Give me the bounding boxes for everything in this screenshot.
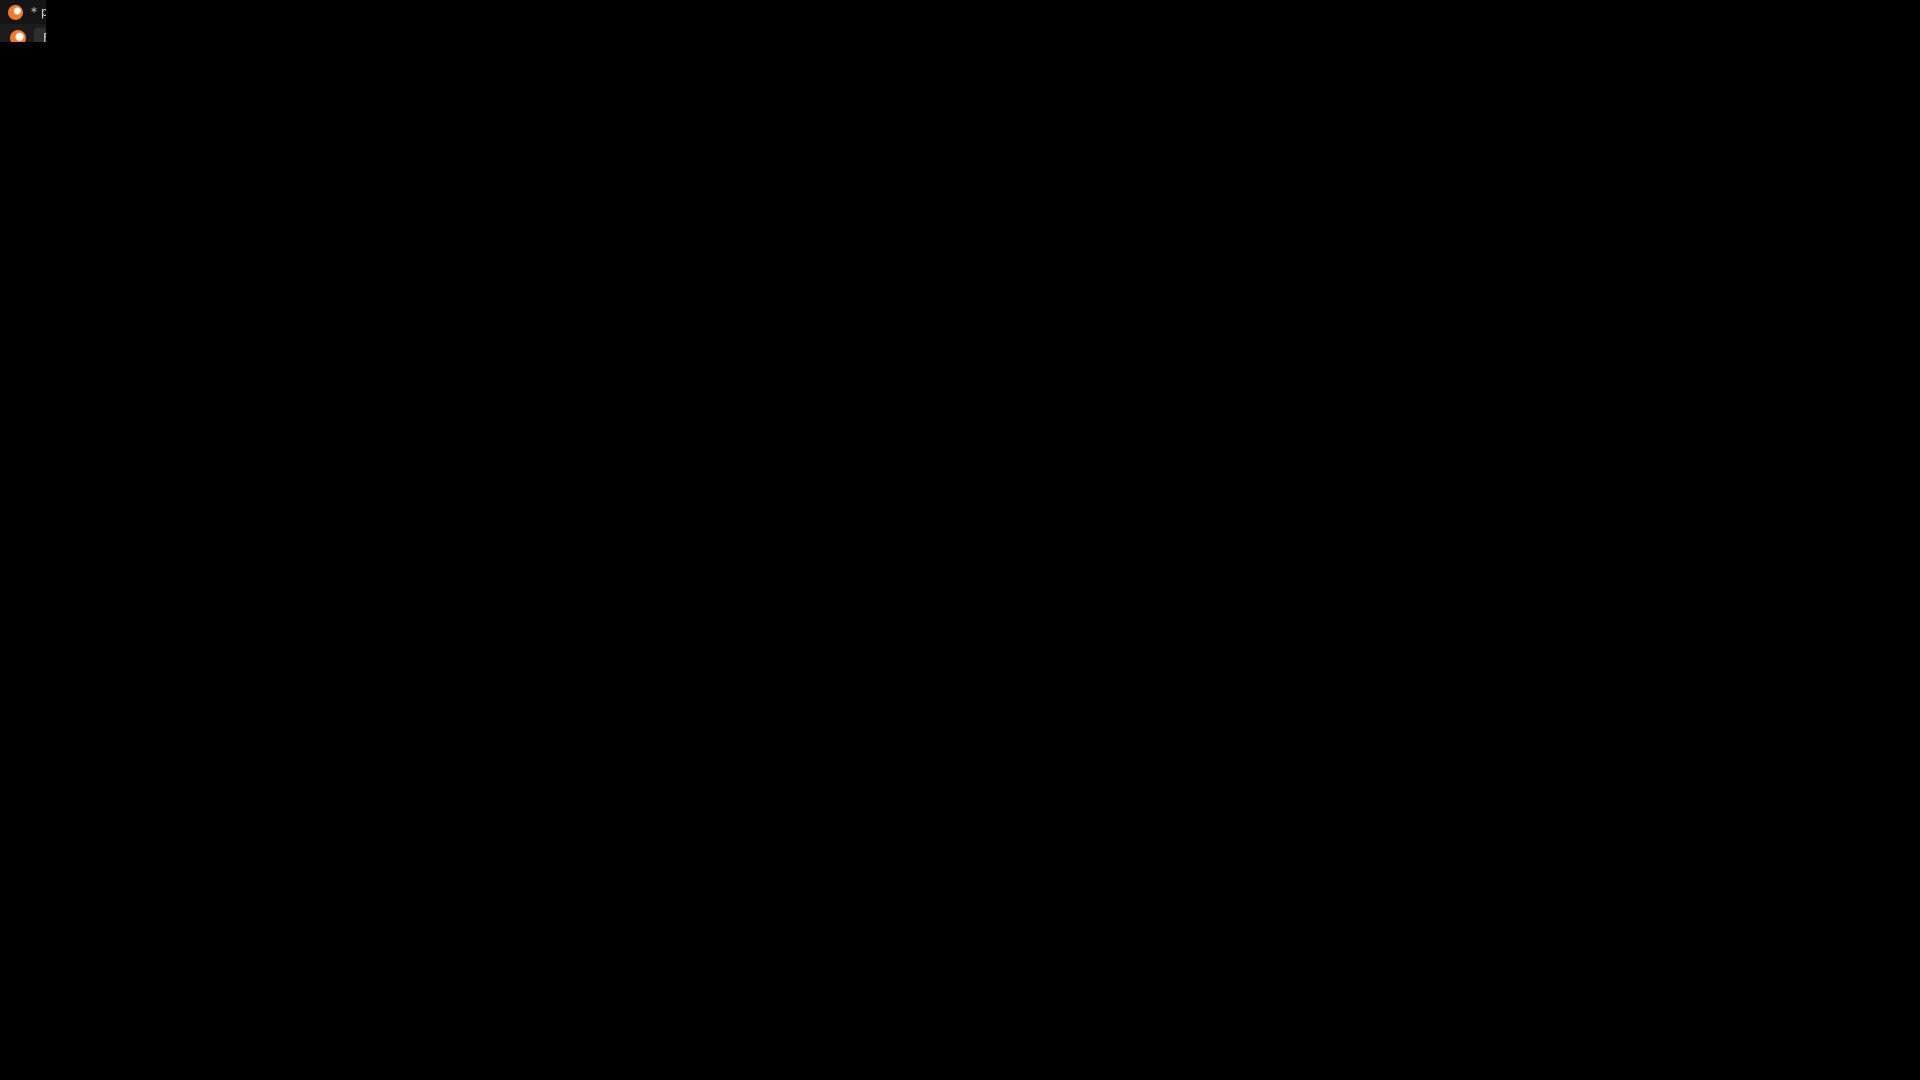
blender-window: * para choque frontal quase [D:\3d's Cam…: [0, 0, 46, 42]
main-menus: FileEditRenderWindowHelp: [34, 28, 46, 43]
blender-app-icon: [8, 5, 23, 20]
menu-file[interactable]: File: [34, 28, 46, 43]
title-bar: * para choque frontal quase [D:\3d's Cam…: [0, 0, 46, 24]
blender-menu-icon[interactable]: [10, 30, 26, 43]
top-bar: FileEditRenderWindowHelp LayoutModelingS…: [0, 24, 46, 42]
window-title: * para choque frontal quase [D:\3d's Cam…: [31, 5, 46, 19]
